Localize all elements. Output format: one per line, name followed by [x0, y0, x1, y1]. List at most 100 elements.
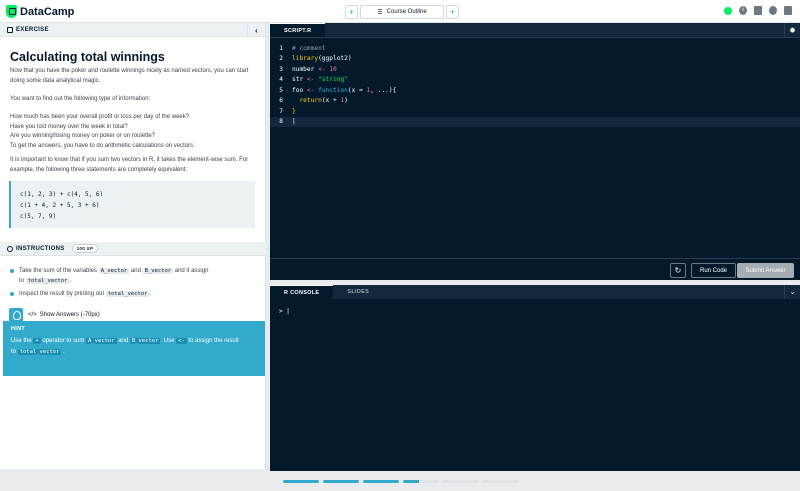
- previous-exercise-button[interactable]: +: [345, 5, 358, 19]
- console-tabs: R CONSOLE SLIDES ⌄: [270, 285, 800, 299]
- progress-fill: [363, 480, 399, 483]
- exercise-panel: EXERCISE ‹ Calculating total winnings No…: [0, 23, 266, 469]
- code-line: c(1 + 4, 2 + 5, 3 + 6): [20, 202, 100, 209]
- line-number: 8: [279, 118, 283, 126]
- inline-code: total_vector: [25, 278, 70, 284]
- instruction-item: Take the sum of the variables A_vector a…: [9, 266, 259, 286]
- datacamp-logo[interactable]: DataCamp: [6, 5, 74, 18]
- progress-segment[interactable]: [483, 480, 519, 483]
- exercise-header: EXERCISE ‹: [0, 23, 265, 37]
- document-icon[interactable]: [754, 6, 762, 15]
- hint-title: HINT: [11, 326, 26, 332]
- code-line[interactable]: }: [283, 108, 296, 115]
- progress-segment[interactable]: [283, 480, 319, 483]
- exercise-icon: [7, 26, 13, 33]
- course-navigation: + ☰ Course Outline +: [345, 5, 459, 19]
- progress-segment[interactable]: [323, 480, 359, 483]
- code-editor[interactable]: 1 # comment 2 library(ggplot2) 3 number <- …: [270, 43, 800, 127]
- inline-code: A_vector: [98, 268, 130, 274]
- editor-footer: ↻ Run Code Submit Answer: [270, 258, 800, 280]
- editor-tabs: SCRIPT.R ✹: [270, 23, 800, 38]
- instruction-text: to: [19, 278, 25, 284]
- line-number: 4: [279, 76, 283, 84]
- code-line[interactable]: |: [283, 118, 296, 125]
- instructions-header-label: INSTRUCTIONS: [16, 245, 65, 252]
- app-name: DataCamp: [20, 5, 75, 18]
- progress-segment[interactable]: [363, 480, 399, 483]
- progress-fill: [403, 480, 420, 483]
- instruction-item: Inspect the result by printing out total…: [9, 289, 259, 299]
- console-prompt: >: [279, 308, 283, 315]
- code-line[interactable]: # comment: [283, 45, 326, 52]
- console-panel: R CONSOLE SLIDES ⌄ > |: [270, 285, 800, 471]
- status-indicator-icon[interactable]: [724, 6, 732, 15]
- instruction-text: and: [130, 268, 141, 274]
- show-answers-label: Show Answers (-70px): [39, 312, 100, 318]
- code-line: c(1, 2, 3) + c(4, 5, 6): [20, 191, 104, 198]
- instruction-text: .: [149, 291, 152, 297]
- next-exercise-button[interactable]: +: [446, 5, 459, 19]
- exercise-paragraph: You want to find out the following type …: [10, 96, 151, 102]
- code-line[interactable]: library(ggplot2): [283, 55, 352, 62]
- exercise-paragraph: Have you lost money over the week in tot…: [10, 123, 128, 130]
- progress-segment[interactable]: [403, 480, 439, 483]
- code-editor-panel: SCRIPT.R ✹ 1 # comment 2 library(ggplot2) …: [270, 23, 800, 280]
- console-input[interactable]: > |: [279, 308, 290, 315]
- exercise-paragraph: It is important to know that if you sum …: [10, 157, 249, 173]
- instruction-text: Inspect the result by printing out: [19, 291, 105, 297]
- instructions-icon: [7, 245, 13, 252]
- progress-fill: [323, 480, 359, 483]
- lightbulb-icon: [9, 308, 23, 322]
- exercise-paragraph: How much has been your overall profit or…: [10, 114, 190, 120]
- reset-icon[interactable]: ↻: [670, 263, 686, 278]
- instructions-header: INSTRUCTIONS 100 XP: [0, 242, 266, 256]
- top-bar: DataCamp + ☰ Course Outline + i: [0, 0, 800, 23]
- tab-script-r[interactable]: SCRIPT.R: [270, 23, 326, 37]
- line-number: 3: [279, 65, 283, 73]
- collapse-panel-button[interactable]: ‹: [247, 23, 265, 37]
- exercise-header-label: EXERCISE: [16, 26, 49, 33]
- instruction-text: Take the sum of the variables: [19, 268, 98, 274]
- code-line[interactable]: return(x + 1): [283, 97, 347, 104]
- hint-toggle[interactable]: </> Show Answers (-70px): [9, 308, 100, 322]
- hint-box: HINT Use the + operator to sum A_vector …: [3, 321, 265, 376]
- progress-segment[interactable]: [443, 480, 479, 483]
- code-line[interactable]: str <- "string": [283, 76, 348, 83]
- info-icon[interactable]: i: [739, 6, 747, 15]
- tab-slides[interactable]: SLIDES: [333, 285, 383, 299]
- keyboard-icon[interactable]: [784, 6, 792, 15]
- inline-code: B_vector: [142, 268, 174, 274]
- exercise-paragraph: Now that you have the poker and roulette…: [10, 68, 249, 84]
- xp-badge: 100 XP: [71, 244, 99, 253]
- line-number: 7: [279, 107, 283, 115]
- show-answers-button[interactable]: </> Show Answers (-70px): [28, 312, 100, 318]
- inline-code: total_vector: [105, 291, 150, 297]
- example-code-block: c(1, 2, 3) + c(4, 5, 6) c(1 + 4, 2 + 5, …: [9, 181, 255, 228]
- line-number: 5: [279, 86, 283, 94]
- code-line[interactable]: number <- 10: [283, 66, 337, 73]
- exercise-paragraph: To get the answers, you have to do arith…: [10, 142, 195, 149]
- top-right-icons: i: [724, 6, 792, 15]
- datacamp-shield-icon: [6, 5, 17, 18]
- hint-text: Use the + operator to sum A_vector and B…: [11, 338, 239, 355]
- tab-r-console[interactable]: R CONSOLE: [270, 285, 334, 299]
- editor-settings-icon[interactable]: ✹: [784, 23, 800, 38]
- instruction-text: and it assign: [174, 268, 209, 274]
- run-code-button[interactable]: Run Code: [691, 263, 736, 278]
- line-number: 2: [279, 55, 283, 63]
- exercise-paragraph: Are you winning/losing money on poker or…: [10, 133, 156, 139]
- line-number: 6: [279, 97, 283, 105]
- course-progress: [283, 480, 519, 483]
- chevron-down-icon[interactable]: ⌄: [784, 285, 800, 299]
- submit-answer-button[interactable]: Submit Answer: [737, 263, 794, 278]
- course-outline-label: Course Outline: [386, 9, 427, 15]
- bell-icon[interactable]: [769, 6, 777, 15]
- course-outline-button[interactable]: ☰ Course Outline: [360, 5, 444, 19]
- exercise-title: Calculating total winnings: [10, 50, 165, 64]
- code-line[interactable]: foo <- function(x = 1, ...){: [283, 87, 396, 94]
- instruction-text: .: [69, 278, 72, 284]
- menu-icon: ☰: [377, 9, 383, 16]
- code-brackets-icon: </>: [28, 312, 37, 318]
- progress-fill: [283, 480, 319, 483]
- line-number: 1: [279, 44, 283, 52]
